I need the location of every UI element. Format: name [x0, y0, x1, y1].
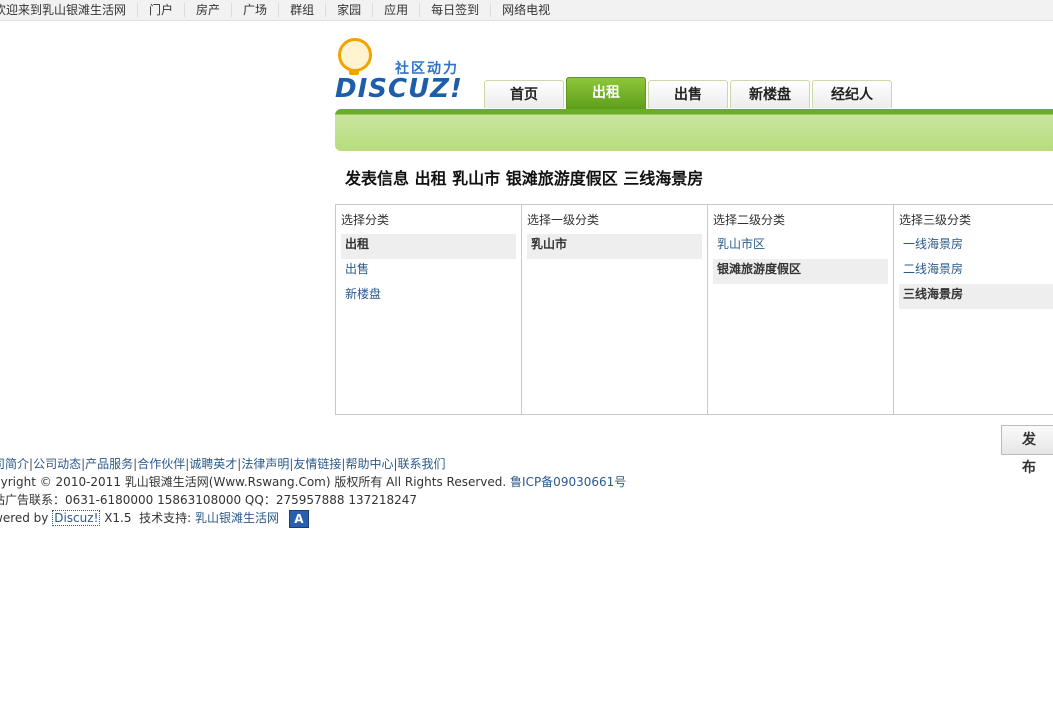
footer-links: 司简介|公司动态|产品服务|合作伙伴|诚聘英才|法律声明|友情链接|帮助中心|联… [0, 455, 626, 473]
column-title: 选择三级分类 [899, 213, 972, 227]
tab-sale[interactable]: 出售 [648, 80, 728, 108]
topbar-item-apps[interactable]: 应用 [372, 3, 419, 17]
category-option-rent[interactable]: 出租 [341, 234, 516, 259]
level1-column: 选择一级分类 乳山市 [522, 205, 708, 414]
publish-button[interactable]: 发 布 [1001, 425, 1053, 476]
page-title: 发表信息 出租 乳山市 银滩旅游度假区 三线海景房 [345, 169, 704, 188]
top-nav-bar: 欢迎来到乳山银滩生活网 门户 房产 广场 群组 家园 应用 每日签到 网络电视 [0, 0, 1053, 21]
copyright-text: pyright © 2010-2011 乳山银滩生活网(Www.Rswang.C… [0, 475, 507, 489]
topbar-welcome-link[interactable]: 欢迎来到乳山银滩生活网 [0, 3, 137, 17]
topbar-item-home[interactable]: 家园 [325, 3, 372, 17]
tab-agent[interactable]: 经纪人 [812, 80, 892, 108]
level3-option-second[interactable]: 二线海景房 [899, 259, 1053, 284]
footer-link-careers[interactable]: 诚聘英才 [189, 457, 237, 471]
tab-new-property[interactable]: 新楼盘 [730, 80, 810, 108]
logo-brand: DISCUZ! [335, 74, 463, 104]
main-nav: 首页 出租 出售 新楼盘 经纪人 [484, 77, 894, 109]
powered-text: wered by [0, 511, 49, 525]
level1-option-rushan[interactable]: 乳山市 [527, 234, 702, 259]
level2-option-resort[interactable]: 银滩旅游度假区 [713, 259, 888, 284]
level3-option-third[interactable]: 三线海景房 [899, 284, 1053, 309]
level3-column: 选择三级分类 一线海景房 二线海景房 三线海景房 [894, 205, 1053, 414]
level2-option-city[interactable]: 乳山市区 [713, 234, 888, 259]
column-title: 选择分类 [341, 213, 390, 227]
level3-option-first[interactable]: 一线海景房 [899, 234, 1053, 259]
footer-link-services[interactable]: 产品服务 [85, 457, 133, 471]
footer-link-friends[interactable]: 友情链接 [293, 457, 341, 471]
support-link[interactable]: 乳山银滩生活网 [195, 511, 279, 525]
footer-link-contact[interactable]: 联系我们 [398, 457, 446, 471]
icp-link[interactable]: 鲁ICP备09030661号 [510, 475, 626, 489]
support-label: 技术支持: [139, 511, 192, 525]
topbar-item-realestate[interactable]: 房产 [184, 3, 231, 17]
lightbulb-icon [338, 38, 372, 72]
category-column: 选择分类 出租 出售 新楼盘 [336, 205, 522, 414]
footer-contact: 站广告联系：0631-6180000 15863108000 QQ：275957… [0, 493, 418, 507]
topbar-item-checkin[interactable]: 每日签到 [419, 3, 490, 17]
footer-link-legal[interactable]: 法律声明 [241, 457, 289, 471]
footer-link-help[interactable]: 帮助中心 [345, 457, 393, 471]
footer-powered: wered by Discuz! X1.5 技术支持: 乳山银滩生活网 A [0, 509, 626, 528]
category-selector: 选择分类 出租 出售 新楼盘 选择一级分类 乳山市 选择二级分类 乳山市区 银滩… [335, 204, 1053, 415]
footer: 司简介|公司动态|产品服务|合作伙伴|诚聘英才|法律声明|友情链接|帮助中心|联… [0, 455, 626, 528]
footer-link-partners[interactable]: 合作伙伴 [137, 457, 185, 471]
topbar-item-portal[interactable]: 门户 [137, 3, 184, 17]
topbar-item-groups[interactable]: 群组 [278, 3, 325, 17]
discuz-link[interactable]: Discuz! [52, 510, 101, 526]
category-option-new[interactable]: 新楼盘 [341, 284, 516, 309]
tab-rent[interactable]: 出租 [566, 77, 646, 109]
tab-home[interactable]: 首页 [484, 80, 564, 108]
footer-copyright: pyright © 2010-2011 乳山银滩生活网(Www.Rswang.C… [0, 473, 626, 491]
footer-link-news[interactable]: 公司动态 [33, 457, 81, 471]
category-option-sale[interactable]: 出售 [341, 259, 516, 284]
version-text: X1.5 [104, 511, 132, 525]
topbar-item-square[interactable]: 广场 [231, 3, 278, 17]
footer-link-about[interactable]: 司简介 [0, 457, 29, 471]
site-logo[interactable]: 社区动力 DISCUZ! [335, 36, 470, 106]
column-title: 选择二级分类 [713, 213, 786, 227]
topbar-item-tv[interactable]: 网络电视 [490, 3, 561, 17]
column-title: 选择一级分类 [527, 213, 600, 227]
a-badge-icon[interactable]: A [288, 509, 309, 528]
nav-green-bar [335, 109, 1053, 151]
level2-column: 选择二级分类 乳山市区 银滩旅游度假区 [708, 205, 894, 414]
